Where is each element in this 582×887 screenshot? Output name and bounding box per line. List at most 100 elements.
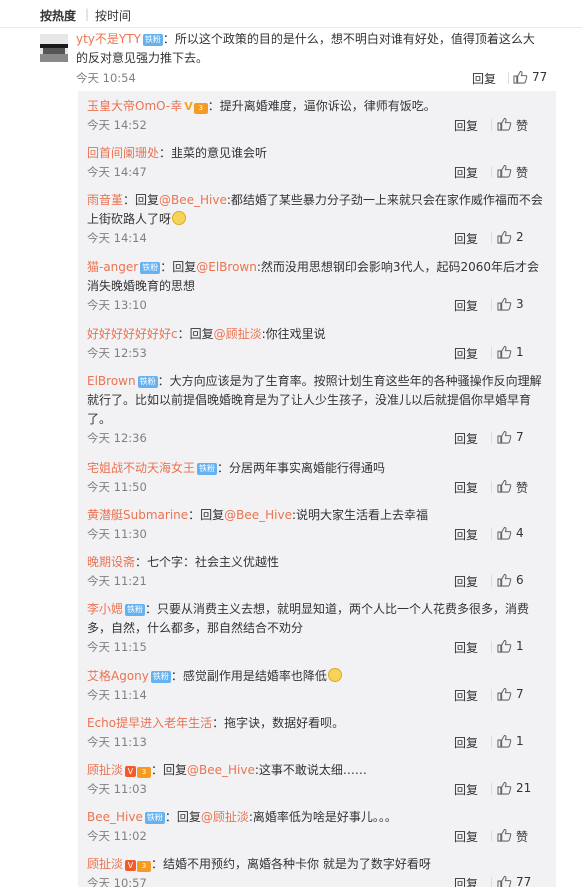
thumbs-up-icon[interactable] (497, 828, 512, 842)
reply-body: ：分居两年事实离婚能行得通吗 (217, 461, 386, 475)
thumbs-up-icon[interactable] (497, 573, 512, 587)
thumbs-up-icon[interactable] (497, 687, 512, 701)
username-link[interactable]: 黄潜艇Submarine (87, 508, 188, 522)
reply-text: 宅姐战不动天海女王 铁粉 ：分居两年事实离婚能行得通吗 (87, 459, 547, 478)
reply-meta: 今天 11:14 回复 7 (87, 687, 547, 703)
mention-link[interactable]: @Bee_Hive (224, 508, 292, 522)
reply-item: 顾扯淡 V 3 ：回复@Bee_Hive:这事不敢说太细…… 今天 11:03 回复 21 (87, 761, 547, 797)
mention-link[interactable]: @顾扯淡 (201, 810, 249, 824)
username-link[interactable]: 李小媤 (87, 602, 123, 616)
reply-meta: 今天 11:30 回复 4 (87, 526, 547, 542)
reply-button[interactable]: 回复 (454, 345, 478, 362)
meta-divider (491, 783, 492, 795)
username-link[interactable]: 宅姐战不动天海女王 (87, 461, 195, 475)
reply-button[interactable]: 回复 (454, 687, 478, 704)
username-link[interactable]: 玉皇大帝OmO-幸 (87, 99, 182, 113)
like-count: 3 (516, 297, 524, 311)
reply-time: 今天 11:02 (87, 829, 147, 843)
thumbs-up-icon[interactable] (497, 430, 512, 444)
reply-button[interactable]: 回复 (454, 875, 478, 887)
meta-divider (491, 575, 492, 587)
reply-prefix: ：回复 (188, 508, 225, 522)
reply-button[interactable]: 回复 (454, 573, 478, 590)
reply-button[interactable]: 回复 (454, 230, 478, 247)
username-link[interactable]: Bee_Hive (87, 810, 143, 824)
reply-item: 黄潜艇Submarine：回复@Bee_Hive:说明大家生活看上去幸福 今天 1… (87, 506, 547, 542)
mention-link[interactable]: @ElBrown (196, 260, 257, 274)
reply-button[interactable]: 回复 (454, 526, 478, 543)
thumbs-up-icon[interactable] (497, 297, 512, 311)
meta-divider (491, 830, 492, 842)
reply-button[interactable]: 回复 (454, 479, 478, 496)
vip-level-icon: 3 (137, 767, 152, 778)
thumbs-up-icon[interactable] (497, 479, 512, 493)
reply-body: ：韭菜的意见谁会听 (159, 146, 268, 160)
username-link[interactable]: 雨音堇 (87, 193, 123, 207)
username-link[interactable]: 顾扯淡 (87, 763, 123, 777)
reply-prefix: ：回复 (151, 763, 188, 777)
reply-button[interactable]: 回复 (454, 781, 478, 798)
reply-time: 今天 11:03 (87, 782, 147, 796)
thumbs-up-icon[interactable] (513, 70, 528, 84)
reply-item: Echo提早进入老年生活：拖字诀，数据好看呗。 今天 11:13 回复 1 (87, 714, 547, 750)
reply-text: 顾扯淡 V 3 ：结婚不用预约，离婚各种卡你 就是为了数字好看呀 (87, 855, 547, 874)
sort-by-hot[interactable]: 按热度 (40, 7, 76, 24)
thumbs-up-icon[interactable] (497, 875, 512, 887)
reply-text: 李小媤 铁粉 ：只要从消费主义去想，就明显知道，两个人比一个人花费多很多，消费多，自… (87, 600, 547, 638)
username-link[interactable]: 好好好好好好好c (87, 327, 178, 341)
reply-button[interactable]: 回复 (454, 164, 478, 181)
reply-button[interactable]: 回复 (472, 70, 496, 87)
mention-link[interactable]: @Bee_Hive (187, 763, 255, 777)
sort-divider: | (85, 7, 90, 21)
mention-link[interactable]: @顾扯淡 (214, 327, 262, 341)
sort-by-time[interactable]: 按时间 (95, 7, 131, 24)
comment-time: 今天 10:54 (76, 71, 136, 85)
username-link[interactable]: 顾扯淡 (87, 857, 123, 871)
reply-button[interactable]: 回复 (454, 828, 478, 845)
like-count: 赞 (516, 119, 529, 133)
username-link[interactable]: ElBrown (87, 374, 136, 388)
thumbs-up-icon[interactable] (497, 781, 512, 795)
thumbs-up-icon[interactable] (497, 345, 512, 359)
username-link[interactable]: 猫-anger (87, 260, 138, 274)
username-link[interactable]: yty不是YTY (76, 32, 141, 46)
reply-item: 宅姐战不动天海女王 铁粉 ：分居两年事实离婚能行得通吗 今天 11:50 回复 赞 (87, 459, 547, 495)
reply-item: 猫-anger 铁粉 ：回复@ElBrown:然而没用思想钢印会影响3代人，起码20… (87, 258, 547, 313)
fan-badge: 铁粉 (142, 34, 163, 46)
reply-button[interactable]: 回复 (454, 639, 478, 656)
fan-badge: 铁粉 (140, 262, 161, 274)
fan-badge: 铁粉 (150, 671, 171, 683)
thumbs-up-icon[interactable] (497, 164, 512, 178)
meta-divider (491, 689, 492, 701)
comment-meta: 今天 10:54 回复 77 (76, 70, 547, 87)
reply-body: ：七个字：社会主义优越性 (135, 555, 280, 569)
reply-time: 今天 11:21 (87, 574, 147, 588)
username-link[interactable]: Echo提早进入老年生活 (87, 716, 212, 730)
reply-prefix: ：回复 (123, 193, 160, 207)
reply-meta: 今天 14:47 回复 赞 (87, 164, 547, 180)
username-link[interactable]: 晚期设斋 (87, 555, 135, 569)
reply-text: 回首间阑珊处：韭菜的意见谁会听 (87, 144, 547, 163)
reply-button[interactable]: 回复 (454, 117, 478, 134)
thumbs-up-icon[interactable] (497, 230, 512, 244)
thumbs-up-icon[interactable] (497, 734, 512, 748)
reply-button[interactable]: 回复 (454, 297, 478, 314)
thumbs-up-icon[interactable] (497, 639, 512, 653)
mention-link[interactable]: @Bee_Hive (159, 193, 227, 207)
reply-meta: 今天 11:03 回复 21 (87, 781, 547, 797)
reply-button[interactable]: 回复 (454, 734, 478, 751)
thumbs-up-icon[interactable] (497, 526, 512, 540)
fan-badge: 铁粉 (125, 604, 146, 616)
meta-divider (491, 877, 492, 887)
reply-time: 今天 12:53 (87, 346, 147, 360)
username-link[interactable]: 回首间阑珊处 (87, 146, 159, 160)
meta-divider (491, 432, 492, 444)
username-link[interactable]: 艾格Agony (87, 669, 149, 683)
reply-prefix: ：回复 (160, 260, 197, 274)
reply-item: 玉皇大帝OmO-幸 V 3 ：提升离婚难度，逼你诉讼，律师有饭吃。 今天 14:52 回复… (87, 97, 547, 133)
reply-text: 艾格Agony 铁粉 ：感觉副作用是结婚率也降低 (87, 667, 547, 686)
avatar[interactable] (40, 34, 68, 62)
reply-button[interactable]: 回复 (454, 430, 478, 447)
thumbs-up-icon[interactable] (497, 117, 512, 131)
reply-body: :这事不敢说太细…… (254, 763, 367, 777)
